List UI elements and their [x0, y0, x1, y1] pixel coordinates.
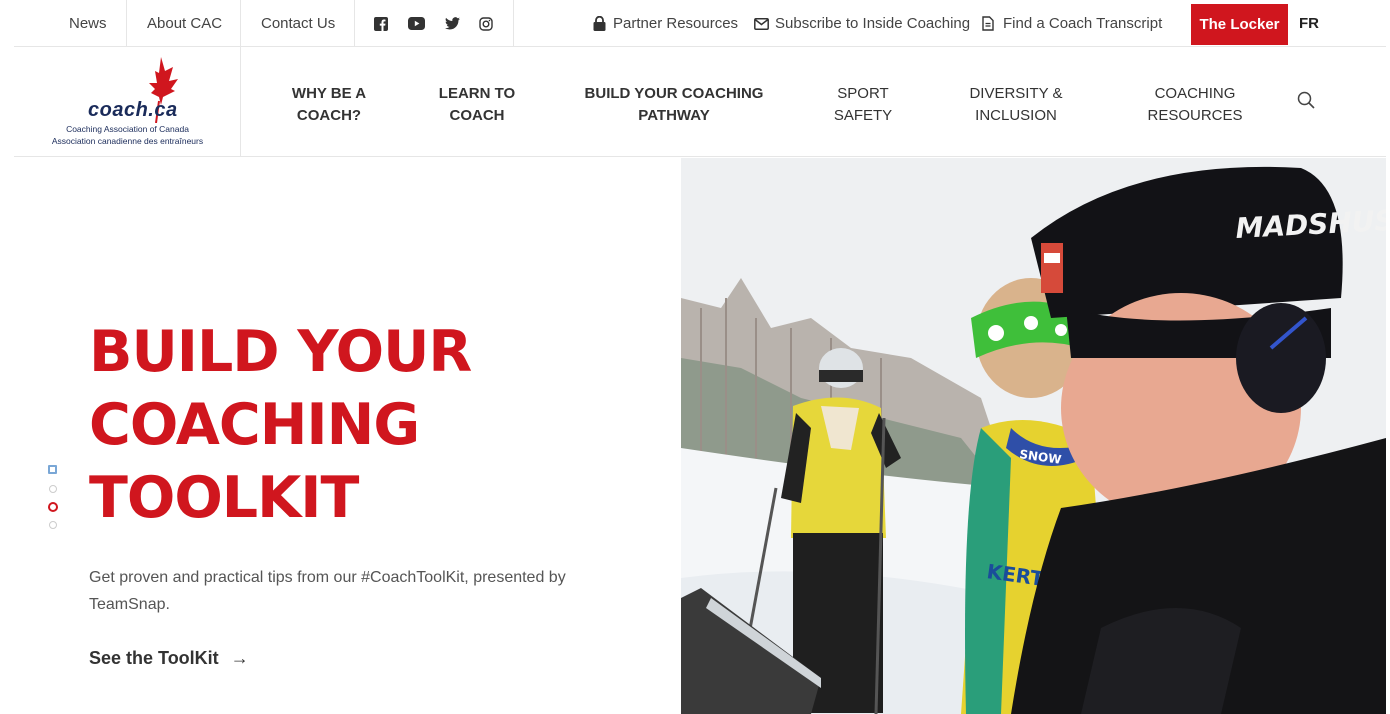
nav-label-line: PATHWAY — [638, 107, 710, 124]
nav-coaching-resources[interactable]: COACHING RESOURCES — [1135, 83, 1255, 127]
top-utility-bar: News About CAC Contact Us Partner Resour… — [14, 0, 1386, 47]
hero-title: BUILD YOUR COACHING TOOLKIT — [89, 316, 609, 535]
divider — [126, 0, 127, 47]
slide-dot-1[interactable] — [48, 465, 57, 474]
arrow-right-icon: → — [230, 648, 249, 668]
hero-title-line: COACHING — [89, 392, 420, 458]
slide-dot-4[interactable] — [49, 521, 57, 529]
partner-resources-label: Partner Resources — [613, 15, 739, 32]
divider — [513, 0, 514, 47]
subscribe-link[interactable]: Subscribe to Inside Coaching — [754, 0, 970, 47]
hero-title-line: BUILD YOUR — [89, 319, 472, 385]
see-toolkit-label: See the ToolKit — [89, 648, 219, 668]
nav-label-line: LEARN TO — [438, 85, 516, 102]
facebook-icon[interactable] — [374, 0, 388, 47]
hero-photo-illustration: KERTO SNOW MADSHUS — [681, 158, 1386, 714]
nav-why-be-a-coach[interactable]: WHY BE A COACH? — [279, 83, 379, 127]
divider — [240, 0, 241, 47]
search-icon[interactable] — [1297, 91, 1315, 114]
nav-label-line: RESOURCES — [1147, 107, 1243, 124]
logo-subtitle-fr: Association canadienne des entraîneurs — [51, 136, 204, 146]
logo-wordmark: coach.ca — [88, 99, 178, 121]
partner-resources-link[interactable]: Partner Resources — [593, 0, 738, 47]
subscribe-label: Subscribe to Inside Coaching — [775, 15, 971, 32]
twitter-icon[interactable] — [445, 0, 460, 47]
nav-build-pathway[interactable]: BUILD YOUR COACHING PATHWAY — [574, 83, 774, 127]
hero-description: Get proven and practical tips from our #… — [89, 569, 566, 613]
news-link[interactable]: News — [69, 0, 107, 47]
nav-label-line: BUILD YOUR COACHING — [584, 85, 764, 102]
contact-link[interactable]: Contact Us — [261, 0, 335, 47]
nav-sport-safety[interactable]: SPORT SAFETY — [813, 83, 913, 127]
main-navigation: coach.ca Coaching Association of Canada … — [14, 47, 1386, 157]
nav-label-line: DIVERSITY & — [969, 85, 1063, 102]
logo-subtitle-en: Coaching Association of Canada — [66, 124, 189, 134]
lock-icon — [593, 16, 606, 31]
envelope-icon — [754, 17, 769, 30]
see-toolkit-link[interactable]: See the ToolKit → — [89, 648, 249, 669]
nav-learn-to-coach[interactable]: LEARN TO COACH — [427, 83, 527, 127]
nav-label-line: INCLUSION — [975, 107, 1057, 124]
hero-photo: KERTO SNOW MADSHUS — [681, 158, 1386, 714]
nav-label-line: SAFETY — [833, 107, 893, 124]
slide-dot-3-active[interactable] — [48, 502, 58, 512]
youtube-icon[interactable] — [408, 0, 425, 47]
document-icon — [982, 16, 994, 31]
find-transcript-link[interactable]: Find a Coach Transcript — [982, 0, 1162, 47]
about-link[interactable]: About CAC — [147, 0, 222, 47]
nav-diversity-inclusion[interactable]: DIVERSITY & INCLUSION — [956, 83, 1076, 127]
the-locker-button[interactable]: The Locker — [1191, 4, 1288, 45]
divider — [354, 0, 355, 47]
instagram-icon[interactable] — [479, 0, 493, 47]
nav-label-line: SPORT — [837, 85, 889, 102]
find-transcript-label: Find a Coach Transcript — [1003, 15, 1163, 32]
nav-label-line: WHY BE A — [291, 85, 367, 102]
nav-label-line: COACH? — [296, 107, 362, 124]
hero-title-line: TOOLKIT — [89, 465, 359, 531]
nav-label-line: COACH — [449, 107, 505, 124]
coach-ca-logo[interactable]: coach.ca Coaching Association of Canada … — [14, 47, 241, 157]
language-toggle-fr[interactable]: FR — [1299, 0, 1319, 47]
slide-dot-2[interactable] — [49, 485, 57, 493]
nav-label-line: COACHING — [1154, 85, 1236, 102]
